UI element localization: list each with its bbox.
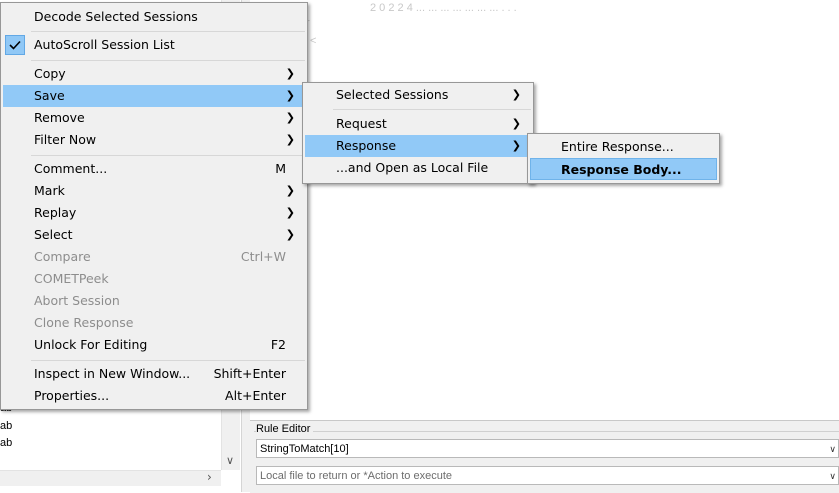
menu-item-label: Save	[34, 88, 65, 103]
menu-item-label: Copy	[34, 66, 66, 81]
menu-item-shortcut: F2	[270, 337, 286, 352]
menu-item-label: Mark	[34, 183, 65, 198]
menu-item-compare[interactable]: Compare Ctrl+W	[3, 246, 305, 268]
menu-separator	[333, 109, 531, 110]
chevron-right-icon: ❯	[511, 117, 521, 130]
menu-item-unlock-for-editing[interactable]: Unlock For Editing F2	[3, 334, 305, 356]
menu-item-select[interactable]: Select ❯	[3, 224, 305, 246]
rule-editor-title: Rule Editor	[256, 423, 314, 435]
scroll-right-icon[interactable]: ›	[207, 470, 212, 484]
menu-item-selected-sessions[interactable]: Selected Sessions ❯	[305, 84, 531, 106]
session-row[interactable]: ab	[0, 437, 12, 449]
menu-item-save[interactable]: Save ❯	[3, 85, 305, 107]
menu-item-label: Filter Now	[34, 132, 97, 147]
session-row[interactable]: ab	[0, 420, 12, 432]
session-context-menu: Decode Selected Sessions AutoScroll Sess…	[0, 2, 308, 410]
menu-item-label: Inspect in New Window...	[34, 366, 191, 381]
menu-item-shortcut: Ctrl+W	[240, 249, 286, 264]
menu-item-cometpeek[interactable]: COMETPeek	[3, 268, 305, 290]
menu-separator	[31, 155, 305, 156]
menu-item-remove[interactable]: Remove ❯	[3, 107, 305, 129]
menu-item-inspect-in-new-window[interactable]: Inspect in New Window... Shift+Enter	[3, 363, 305, 385]
match-condition-value: StringToMatch[10]	[260, 443, 349, 455]
chevron-right-icon: ❯	[511, 88, 521, 101]
menu-separator	[31, 360, 305, 361]
chevron-down-icon[interactable]: ∨	[829, 467, 836, 486]
menu-item-and-open-as-local-file[interactable]: ...and Open as Local File	[305, 157, 531, 179]
menu-item-label: Decode Selected Sessions	[34, 9, 198, 24]
menu-item-properties[interactable]: Properties... Alt+Enter	[3, 385, 305, 407]
menu-item-comment[interactable]: Comment... M	[3, 158, 305, 180]
menu-item-abort-session[interactable]: Abort Session	[3, 290, 305, 312]
menu-item-label: Selected Sessions	[336, 87, 449, 102]
action-combo[interactable]: Local file to return or *Action to execu…	[256, 466, 839, 485]
checkmark-icon	[5, 35, 25, 55]
menu-item-label: AutoScroll Session List	[34, 37, 175, 52]
menu-item-autoscroll-session-list[interactable]: AutoScroll Session List	[3, 34, 305, 56]
faint-header-text: 2 0 2 2 4 ... ... ... ... ... ... ... . …	[370, 2, 517, 14]
session-list-horizontal-scrollbar[interactable]: ›	[0, 470, 221, 486]
menu-item-decode-selected-sessions[interactable]: Decode Selected Sessions	[3, 6, 305, 28]
menu-item-label: Properties...	[34, 388, 110, 403]
menu-item-label: Entire Response...	[561, 139, 674, 154]
chevron-right-icon: ❯	[285, 89, 295, 102]
faint-text-line: <	[310, 35, 317, 47]
menu-item-label: COMETPeek	[34, 271, 109, 286]
chevron-right-icon: ❯	[285, 228, 295, 241]
chevron-right-icon: ❯	[285, 111, 295, 124]
menu-item-label: Select	[34, 227, 73, 242]
menu-item-label: Remove	[34, 110, 85, 125]
action-placeholder: Local file to return or *Action to execu…	[260, 470, 452, 482]
menu-item-replay[interactable]: Replay ❯	[3, 202, 305, 224]
menu-item-label: Response Body...	[561, 162, 682, 177]
menu-item-response[interactable]: Response ❯	[305, 135, 531, 157]
menu-item-label: Compare	[34, 249, 91, 264]
scroll-down-icon[interactable]: ∨	[226, 454, 234, 467]
match-condition-combo[interactable]: StringToMatch[10] ∨	[256, 439, 839, 458]
menu-item-label: Unlock For Editing	[34, 337, 148, 352]
chevron-right-icon: ❯	[285, 67, 295, 80]
chevron-right-icon: ❯	[511, 139, 521, 152]
menu-item-filter-now[interactable]: Filter Now ❯	[3, 129, 305, 151]
chevron-right-icon: ❯	[285, 184, 295, 197]
chevron-right-icon: ❯	[285, 206, 295, 219]
menu-item-entire-response[interactable]: Entire Response...	[530, 136, 717, 158]
inspector-pane: 2 0 2 2 4 ... ... ... ... ... ... ... . …	[250, 0, 839, 420]
menu-item-clone-response[interactable]: Clone Response	[3, 312, 305, 334]
chevron-down-icon[interactable]: ∨	[829, 440, 836, 459]
menu-item-label: ...and Open as Local File	[336, 160, 489, 175]
menu-item-mark[interactable]: Mark ❯	[3, 180, 305, 202]
menu-item-shortcut: Shift+Enter	[213, 366, 286, 381]
menu-item-request[interactable]: Request ❯	[305, 113, 531, 135]
menu-item-label: Clone Response	[34, 315, 134, 330]
menu-item-label: Abort Session	[34, 293, 120, 308]
menu-item-shortcut: M	[275, 161, 286, 176]
menu-item-response-body[interactable]: Response Body...	[530, 158, 717, 180]
menu-item-label: Response	[336, 138, 397, 153]
menu-item-label: Comment...	[34, 161, 108, 176]
menu-separator	[31, 60, 305, 61]
menu-item-copy[interactable]: Copy ❯	[3, 63, 305, 85]
save-submenu: Selected Sessions ❯ Request ❯ Response ❯…	[302, 82, 534, 184]
menu-item-shortcut: Alt+Enter	[225, 388, 286, 403]
menu-separator	[31, 31, 305, 32]
rule-editor-group-line	[254, 431, 839, 432]
menu-item-label: Request	[336, 116, 387, 131]
chevron-right-icon: ❯	[285, 133, 295, 146]
rule-editor-panel: Rule Editor StringToMatch[10] ∨ Local fi…	[250, 420, 839, 493]
response-submenu: Entire Response... Response Body...	[527, 133, 720, 184]
menu-item-label: Replay	[34, 205, 77, 220]
